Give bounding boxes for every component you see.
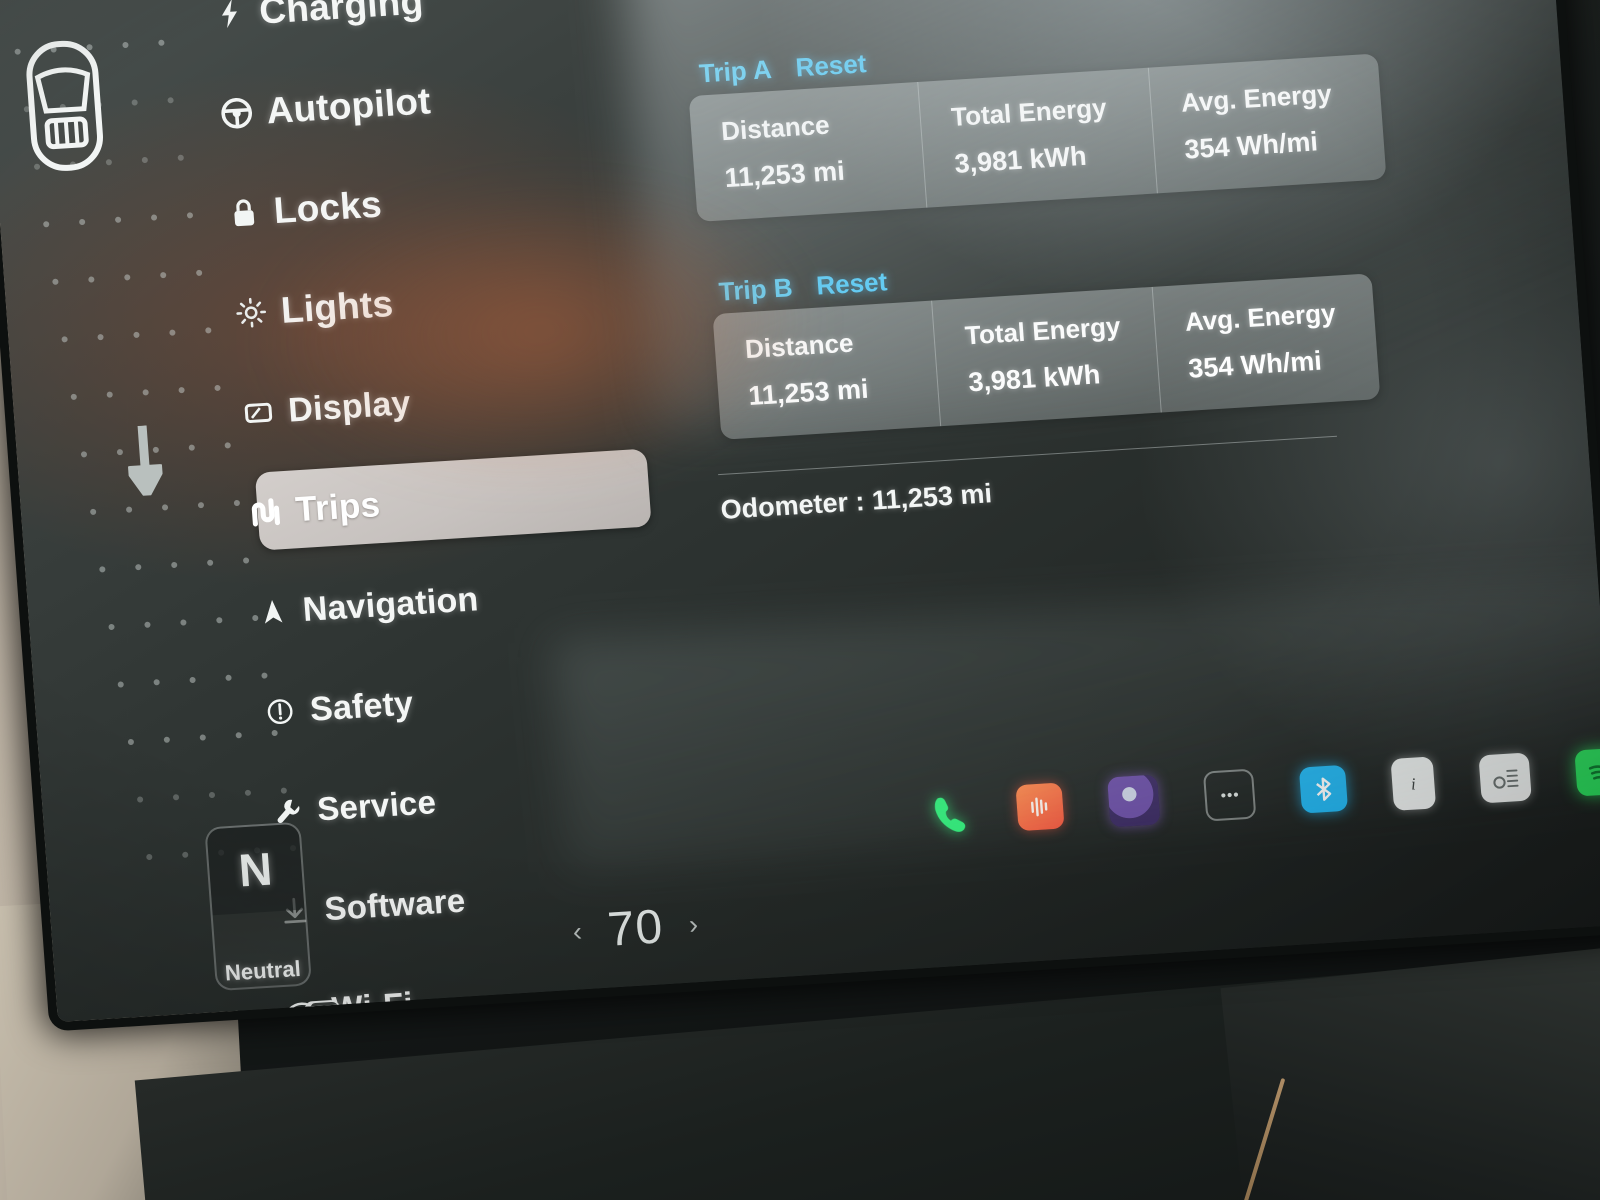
trip-cell-avg-energy: Avg. Energy 354 Wh/mi xyxy=(1147,53,1387,194)
sidebar-item-label: Software xyxy=(323,881,467,928)
trip-b-title: Trip B xyxy=(717,272,794,307)
dashcam-icon[interactable] xyxy=(1107,774,1161,828)
info-app-icon[interactable]: i xyxy=(1390,756,1437,811)
gear-letter: N xyxy=(206,823,305,916)
phone-icon[interactable] xyxy=(924,788,973,837)
more-dots-icon[interactable] xyxy=(1202,768,1257,822)
column-header-distance: Distance xyxy=(744,327,855,365)
media-waveform-icon[interactable] xyxy=(1015,782,1065,832)
exclamation-circle-icon xyxy=(249,694,311,730)
padlock-icon xyxy=(213,195,275,231)
sidebar-item-label: Trips xyxy=(294,485,382,530)
value-total-energy: 3,981 kWh xyxy=(953,140,1088,179)
value-avg-energy: 354 Wh/mi xyxy=(1187,345,1323,384)
trips-panel: Distance 6 mi Total Energy 2 kWh Avg. En… xyxy=(666,0,1473,526)
navigation-arrow-icon xyxy=(242,594,304,630)
svg-text:i: i xyxy=(1410,774,1416,793)
spotify-icon[interactable] xyxy=(1574,747,1600,797)
column-header-total-energy: Total Energy xyxy=(963,310,1122,351)
brightness-icon xyxy=(220,294,282,332)
column-header-total-energy: Total Energy xyxy=(950,92,1108,132)
sidebar-item-label: Safety xyxy=(308,683,415,729)
tuner-app-icon[interactable] xyxy=(1478,752,1532,804)
column-header-avg-energy: Avg. Energy xyxy=(1183,297,1337,337)
lightning-bolt-icon xyxy=(198,0,260,32)
photo-frame: Suspension Charging Autopilot xyxy=(0,0,1600,1200)
sidebar-item-label: Display xyxy=(286,383,412,430)
winding-road-icon xyxy=(234,493,296,531)
odometer-readout: Odometer : 11,253 mi xyxy=(719,478,993,525)
value-distance: 11,253 mi xyxy=(747,373,870,412)
gear-indicator[interactable]: N Neutral xyxy=(204,821,313,992)
sidebar-item-label: Locks xyxy=(272,183,384,232)
value-avg-energy: 354 Wh/mi xyxy=(1183,126,1319,165)
trip-cell-distance: Distance 11,253 mi xyxy=(712,301,940,440)
value-distance: 11,253 mi xyxy=(723,155,846,194)
bluetooth-icon[interactable] xyxy=(1298,764,1349,814)
trip-cell-total-energy: Total Energy 3,981 kWh xyxy=(931,286,1161,427)
sidebar-item-label: Service xyxy=(315,783,438,828)
trip-a-title: Trip A xyxy=(697,54,773,89)
down-arrow-icon[interactable] xyxy=(125,425,165,499)
climate-temperature-control[interactable]: ‹ 70 › xyxy=(571,897,700,960)
column-header-distance: Distance xyxy=(720,109,831,147)
app-tray[interactable]: i xyxy=(923,745,1600,840)
sidebar-item-label: Autopilot xyxy=(265,80,432,132)
temperature-value: 70 xyxy=(605,900,666,957)
sidebar-item-label: Charging xyxy=(257,0,425,32)
column-header-avg-energy: Avg. Energy xyxy=(1179,78,1333,118)
trip-cell-avg-energy: Avg. Energy 354 Wh/mi xyxy=(1151,273,1381,413)
temp-decrease-button[interactable]: ‹ xyxy=(572,916,583,947)
trip-b-reset-button[interactable]: Reset xyxy=(815,266,888,301)
value-total-energy: 3,981 kWh xyxy=(967,359,1102,398)
screen-icon xyxy=(227,394,289,432)
trip-cell-total-energy: Total Energy 3,981 kWh xyxy=(917,67,1157,208)
trip-cell-distance: Distance 11,253 mi xyxy=(689,82,927,222)
trip-a-reset-button[interactable]: Reset xyxy=(794,48,867,83)
steering-wheel-icon xyxy=(205,93,267,133)
sidebar-item-label: Navigation xyxy=(301,579,480,629)
car-top-view-icon[interactable] xyxy=(17,37,112,174)
sidebar-item-label: Lights xyxy=(279,282,395,331)
touchscreen[interactable]: Suspension Charging Autopilot xyxy=(0,0,1600,1023)
gear-label: Neutral xyxy=(224,955,302,986)
